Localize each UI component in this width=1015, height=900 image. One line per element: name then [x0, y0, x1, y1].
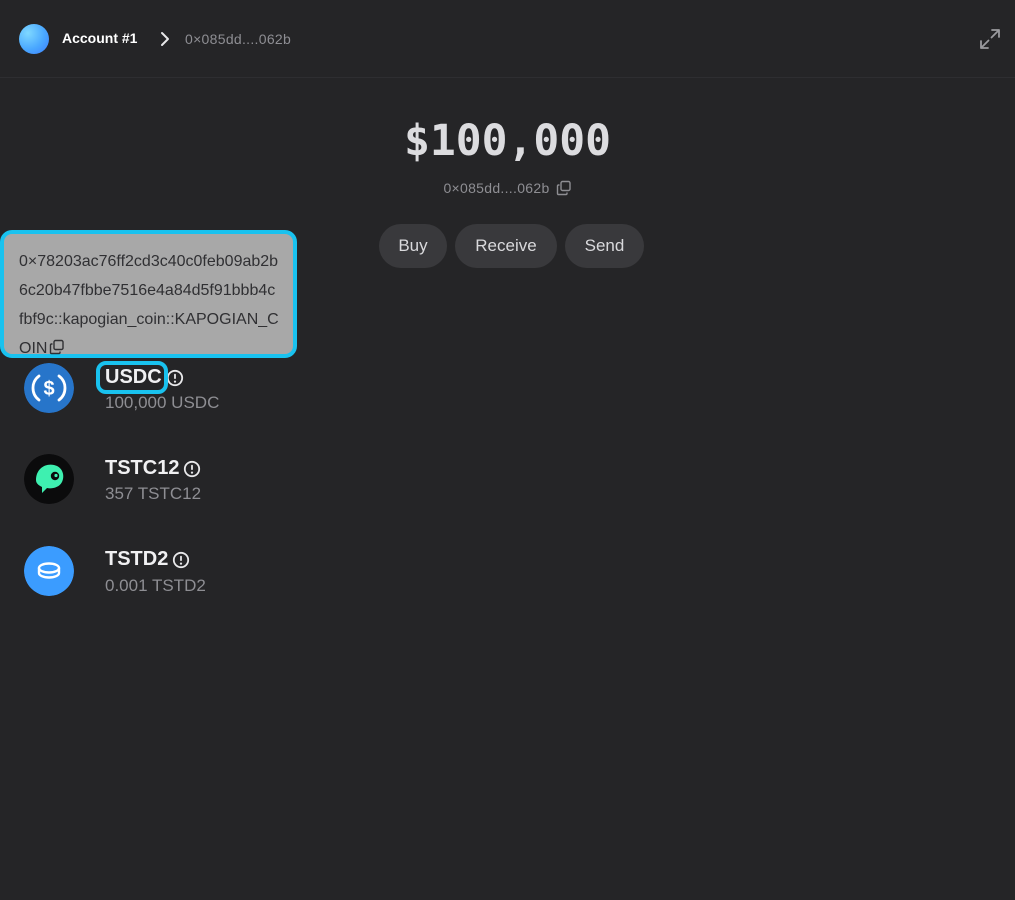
token-symbol-text: TSTD2 [105, 548, 169, 570]
token-balance: 100,000 USDC [105, 393, 220, 412]
copy-icon[interactable] [556, 180, 572, 196]
token-symbol: USDC [96, 361, 184, 394]
address-row: 0×085dd....062b [0, 180, 1015, 196]
highlight-ring [96, 361, 168, 394]
usdc-icon: $ [24, 363, 74, 413]
header-address[interactable]: 0×085dd....062b [185, 31, 291, 47]
info-icon[interactable] [172, 551, 190, 569]
expand-icon[interactable] [978, 27, 1002, 51]
info-icon[interactable] [183, 460, 201, 478]
buy-button[interactable]: Buy [379, 224, 447, 268]
wallet-address[interactable]: 0×085dd....062b [443, 180, 549, 196]
chevron-right-icon [161, 32, 169, 46]
copy-icon[interactable] [49, 339, 65, 355]
token-row-tstc12[interactable]: TSTC12 357 TSTC12 [0, 451, 400, 511]
send-button[interactable]: Send [565, 224, 644, 268]
header: Account #1 0×085dd....062b [0, 0, 1015, 78]
tstc12-icon [24, 454, 74, 504]
token-row-tstd2[interactable]: TSTD2 0.001 TSTD2 [0, 543, 400, 603]
token-type-tooltip: 0×78203ac76ff2cd3c40c0feb09ab2b6c20b47fb… [0, 230, 297, 358]
token-balance: 0.001 TSTD2 [105, 576, 206, 595]
wallet-page: Account #1 0×085dd....062b $100,000 0×08… [0, 0, 1015, 900]
token-row-usdc[interactable]: $ USDC 100,000 USDC [0, 360, 400, 420]
account-name[interactable]: Account #1 [62, 30, 137, 46]
receive-button[interactable]: Receive [455, 224, 557, 268]
svg-text:$: $ [43, 378, 54, 400]
token-symbol: TSTD2 [105, 548, 190, 571]
account-avatar[interactable] [19, 24, 49, 54]
coin-icon [24, 546, 74, 596]
token-symbol-text: TSTC12 [105, 457, 180, 479]
token-symbol: TSTC12 [105, 457, 201, 480]
total-balance: $100,000 [403, 116, 612, 166]
token-balance: 357 TSTC12 [105, 484, 202, 503]
info-icon[interactable] [166, 369, 184, 387]
